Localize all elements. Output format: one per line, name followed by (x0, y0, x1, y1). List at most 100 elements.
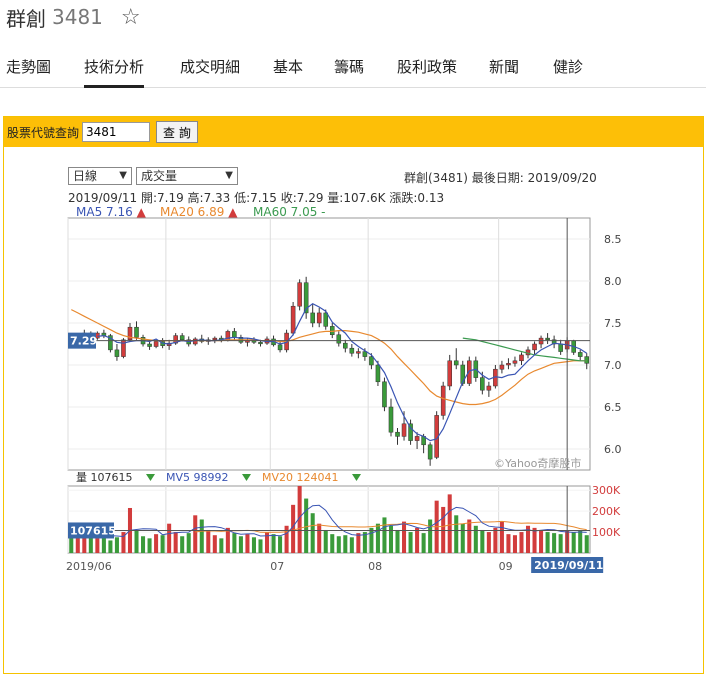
volume-bar (219, 538, 224, 553)
volume-bar (134, 529, 139, 553)
volume-bar (447, 494, 452, 553)
volume-bar (154, 534, 159, 553)
candle-body (277, 344, 283, 351)
volume-plot-area (67, 485, 591, 554)
candle-body (134, 326, 139, 338)
volume-bar (258, 539, 263, 553)
x-axis-label: 09 (499, 560, 513, 573)
volume-tick-label: 300K (592, 484, 621, 497)
volume-bar (278, 536, 283, 553)
candle-body (519, 354, 524, 362)
candle-body (414, 436, 420, 441)
volume-bar (421, 533, 426, 553)
candle-body (577, 352, 583, 357)
candle-body (512, 360, 518, 364)
price-tick-label: 6.5 (604, 401, 622, 414)
candle-body (356, 351, 361, 354)
candle-body (323, 312, 329, 327)
volume-bar (558, 534, 563, 553)
candle-body (506, 363, 511, 366)
candle-body (232, 331, 237, 338)
candle-body (558, 343, 563, 352)
x-axis-label: 08 (368, 560, 382, 573)
candle-body (401, 423, 407, 437)
volume-bar (212, 535, 217, 553)
volume-bar (375, 523, 380, 553)
volume-bar (141, 536, 146, 553)
price-tick-label: 6.0 (604, 443, 622, 456)
volume-legend: 量 107615 (76, 471, 133, 484)
volume-bar (467, 519, 472, 553)
candle-body (584, 356, 590, 364)
volume-bar (473, 525, 478, 553)
volume-bar (369, 527, 374, 553)
volume-bar (271, 534, 276, 553)
volume-bar (486, 532, 491, 553)
volume-bar (349, 537, 354, 553)
price-tick-label: 7.0 (604, 359, 622, 372)
volume-bar (245, 534, 250, 553)
volume-bar (532, 527, 537, 553)
volume-bar (388, 525, 394, 553)
candle-body (427, 444, 433, 460)
volume-bar (160, 535, 165, 553)
volume-bar (539, 529, 544, 553)
candle-body (297, 282, 302, 307)
volume-bar (284, 525, 289, 553)
price-tick-label: 8.0 (604, 275, 622, 288)
cursor-volume-label: 107615 (70, 524, 116, 537)
down-arrow-icon (352, 474, 361, 481)
volume-bar (578, 529, 583, 553)
volume-bar (512, 535, 517, 553)
candle-body (258, 342, 263, 345)
volume-bar (330, 534, 335, 553)
volume-bar (395, 529, 400, 553)
volume-bar (571, 532, 576, 553)
volume-bar (454, 515, 459, 553)
candle-body (153, 341, 159, 347)
candle-body (114, 349, 120, 357)
cursor-price-label: 7.29 (70, 335, 97, 348)
volume-bar (402, 521, 407, 553)
volume-bar (428, 519, 433, 553)
candle-body (486, 385, 492, 391)
candle-body (329, 326, 335, 336)
volume-bar (69, 536, 74, 553)
volume-bar (206, 529, 211, 553)
volume-bar (114, 537, 119, 553)
candle-body (343, 342, 348, 349)
candle-body (453, 360, 459, 366)
volume-bar (173, 532, 178, 553)
volume-bar (310, 513, 315, 553)
candle-body (290, 305, 296, 334)
down-arrow-icon (242, 474, 251, 481)
volume-bar (480, 529, 485, 553)
volume-bar (238, 536, 243, 553)
volume-bar (264, 532, 270, 553)
candle-body (336, 334, 342, 344)
volume-bar (147, 538, 152, 553)
candle-body (499, 364, 505, 370)
volume-bar (251, 537, 256, 553)
candle-body (310, 312, 315, 324)
candle-body (440, 385, 446, 416)
candle-body (447, 360, 452, 387)
mv5-legend: MV5 98992 (166, 471, 229, 484)
candle-body (532, 343, 537, 351)
down-arrow-icon (146, 474, 155, 481)
volume-bar (545, 532, 550, 553)
volume-bar (493, 527, 498, 553)
candle-body (212, 337, 218, 341)
volume-bar (343, 535, 348, 553)
x-axis-label: 2019/06 (66, 560, 112, 573)
volume-tick-label: 100K (592, 526, 621, 539)
volume-bar (199, 519, 204, 553)
mv20-legend: MV20 124041 (262, 471, 339, 484)
volume-bar (180, 536, 185, 553)
volume-bar (167, 523, 172, 553)
x-axis-label: 07 (270, 560, 284, 573)
volume-bar (336, 536, 341, 553)
watermark: ©Yahoo奇摩股市 (494, 456, 581, 470)
stock-chart[interactable]: 8.5 8.0 7.5 7.0 6.5 6.0 2019/06 07 08 09 300K 200K 1… (0, 0, 706, 681)
volume-bar (304, 498, 309, 553)
